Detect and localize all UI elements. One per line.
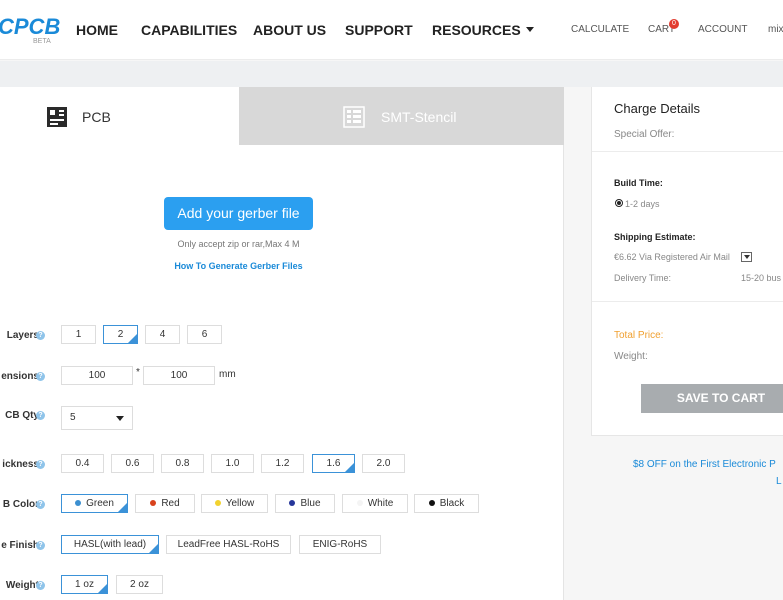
site-logo[interactable]: CPCB bbox=[0, 14, 60, 40]
dimension-separator: * bbox=[136, 367, 140, 378]
thickness-option-1.2[interactable]: 1.2 bbox=[261, 454, 304, 473]
shipping-value: €6.62 Via Registered Air Mail bbox=[614, 252, 730, 262]
upload-note: Only accept zip or rar,Max 4 M bbox=[177, 239, 300, 249]
pcb-config-panel: PCB SMT-Stencil Add your gerber file Onl… bbox=[0, 87, 564, 600]
shipping-estimate-label: Shipping Estimate: bbox=[614, 232, 696, 242]
finish-option-leadfree[interactable]: LeadFree HASL-RoHS bbox=[166, 535, 291, 554]
layers-option-6[interactable]: 6 bbox=[187, 325, 222, 344]
width-input[interactable]: 100 bbox=[61, 366, 133, 385]
promo-link[interactable]: $8 OFF on the First Electronic P bbox=[633, 459, 776, 470]
color-option-label: White bbox=[367, 498, 394, 509]
color-option-white[interactable]: White bbox=[342, 494, 408, 513]
thickness-option-1.0[interactable]: 1.0 bbox=[211, 454, 254, 473]
nav-resources[interactable]: RESOURCES bbox=[432, 22, 534, 38]
nav-calculate[interactable]: CALCULATE bbox=[571, 24, 629, 35]
color-swatch bbox=[428, 500, 435, 506]
weight-option-1oz[interactable]: 1 oz bbox=[61, 575, 108, 594]
help-icon[interactable]: ? bbox=[36, 411, 45, 420]
finish-option-enig[interactable]: ENIG-RoHS bbox=[299, 535, 381, 554]
nav-resources-label: RESOURCES bbox=[432, 22, 521, 38]
color-option-label: Yellow bbox=[225, 498, 255, 509]
color-swatch bbox=[150, 500, 157, 506]
weight-summary-label: Weight: bbox=[614, 351, 648, 362]
nav-capabilities[interactable]: CAPABILITIES bbox=[141, 22, 237, 38]
color-swatch bbox=[356, 500, 363, 506]
build-time-option: 1-2 days bbox=[625, 199, 660, 209]
qty-label: CB Qty bbox=[5, 410, 39, 421]
site-header: CPCB BETA HOME CAPABILITIES ABOUT US SUP… bbox=[0, 0, 783, 60]
charge-details-title: Charge Details bbox=[614, 101, 700, 116]
qty-select[interactable]: 5 bbox=[61, 406, 133, 430]
help-icon[interactable]: ? bbox=[36, 372, 45, 381]
dimensions-label: ensions bbox=[1, 371, 39, 382]
thickness-option-0.4[interactable]: 0.4 bbox=[61, 454, 104, 473]
thickness-label: ickness bbox=[2, 459, 39, 470]
thickness-option-0.6[interactable]: 0.6 bbox=[111, 454, 154, 473]
pcb-icon bbox=[47, 107, 67, 127]
color-option-green[interactable]: Green bbox=[61, 494, 128, 513]
color-option-label: Red bbox=[161, 498, 180, 509]
help-icon[interactable]: ? bbox=[36, 460, 45, 469]
tab-smt-label: SMT-Stencil bbox=[381, 109, 457, 125]
thickness-option-2.0[interactable]: 2.0 bbox=[362, 454, 405, 473]
color-option-label: Green bbox=[86, 498, 114, 509]
help-icon[interactable]: ? bbox=[36, 541, 45, 550]
delivery-time-label: Delivery Time: bbox=[614, 273, 672, 283]
color-label: B Color bbox=[2, 499, 39, 510]
total-price-label: Total Price: bbox=[614, 330, 664, 341]
finish-option-hasl[interactable]: HASL(with lead) bbox=[61, 535, 159, 554]
dimension-unit: mm bbox=[219, 369, 236, 380]
caret-down-icon bbox=[525, 27, 534, 32]
finish-label: e Finish bbox=[1, 540, 39, 551]
add-gerber-button[interactable]: Add your gerber file bbox=[164, 197, 313, 230]
nav-account[interactable]: ACCOUNT bbox=[698, 24, 747, 35]
layers-option-2[interactable]: 2 bbox=[103, 325, 138, 344]
caret-down-icon bbox=[116, 416, 124, 421]
color-option-red[interactable]: Red bbox=[135, 494, 195, 513]
divider bbox=[592, 151, 783, 152]
build-time-radio[interactable] bbox=[615, 199, 623, 207]
save-to-cart-button[interactable]: SAVE TO CART bbox=[641, 384, 783, 413]
stencil-icon bbox=[343, 106, 365, 128]
tab-smt-stencil[interactable]: SMT-Stencil bbox=[239, 87, 564, 145]
layers-label: Layers bbox=[6, 330, 39, 341]
delivery-time-value: 15-20 bus bbox=[741, 273, 782, 283]
color-swatch bbox=[289, 500, 296, 506]
weight-label: Weight bbox=[5, 580, 39, 591]
qty-value: 5 bbox=[70, 412, 76, 423]
thickness-option-1.6[interactable]: 1.6 bbox=[312, 454, 355, 473]
promo-link-continued[interactable]: L bbox=[776, 476, 782, 487]
logo-beta-badge: BETA bbox=[33, 38, 51, 45]
color-swatch bbox=[214, 500, 221, 506]
layers-option-4[interactable]: 4 bbox=[145, 325, 180, 344]
color-option-black[interactable]: Black bbox=[414, 494, 479, 513]
tab-pcb-label: PCB bbox=[82, 109, 111, 125]
shipping-method-select[interactable] bbox=[741, 252, 752, 262]
tab-pcb[interactable]: PCB bbox=[0, 87, 239, 145]
nav-about-us[interactable]: ABOUT US bbox=[253, 22, 326, 38]
weight-option-2oz[interactable]: 2 oz bbox=[116, 575, 163, 594]
help-icon[interactable]: ? bbox=[36, 331, 45, 340]
color-option-blue[interactable]: Blue bbox=[275, 494, 335, 513]
help-icon[interactable]: ? bbox=[36, 581, 45, 590]
nav-home[interactable]: HOME bbox=[76, 22, 118, 38]
build-time-label: Build Time: bbox=[614, 178, 663, 188]
nav-support[interactable]: SUPPORT bbox=[345, 22, 413, 38]
color-option-label: Blue bbox=[300, 498, 321, 509]
cart-count-badge: 0 bbox=[669, 19, 679, 29]
charge-details-panel: Charge Details Special Offer: Build Time… bbox=[591, 87, 783, 436]
layers-option-1[interactable]: 1 bbox=[61, 325, 96, 344]
divider bbox=[592, 301, 783, 302]
color-swatch bbox=[75, 500, 82, 506]
nav-user[interactable]: mix bbox=[768, 24, 783, 35]
thickness-option-0.8[interactable]: 0.8 bbox=[161, 454, 204, 473]
color-option-yellow[interactable]: Yellow bbox=[201, 494, 268, 513]
help-icon[interactable]: ? bbox=[36, 500, 45, 509]
how-to-gerber-link[interactable]: How To Generate Gerber Files bbox=[140, 261, 337, 271]
breadcrumb-strip bbox=[0, 61, 783, 87]
height-input[interactable]: 100 bbox=[143, 366, 215, 385]
special-offer-label: Special Offer: bbox=[614, 129, 675, 140]
color-option-label: Black bbox=[439, 498, 465, 509]
